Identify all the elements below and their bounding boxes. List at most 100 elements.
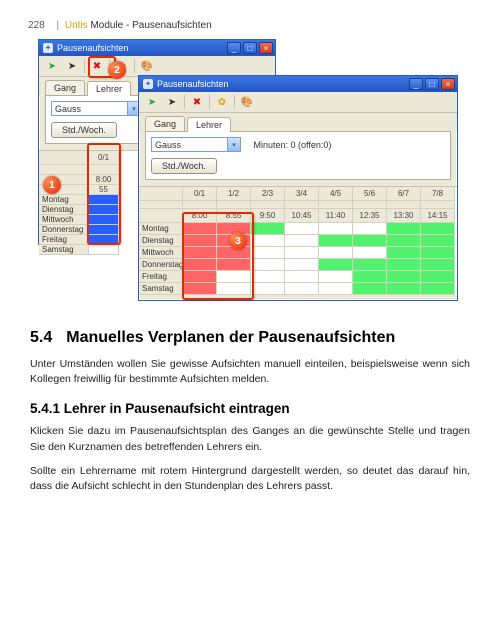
cell[interactable] [251, 247, 285, 259]
combo-value-a: Gauss [55, 104, 81, 114]
cell[interactable] [183, 259, 217, 271]
cell[interactable] [353, 223, 387, 235]
cell[interactable] [353, 259, 387, 271]
teacher-combo-a[interactable]: Gauss ▾ [51, 101, 141, 116]
screenshot-composite: ✦ Pausenaufsichten _ □ × ➤ ➤ ✖ ✿ 🎨 Gang … [30, 39, 470, 305]
cell[interactable] [421, 223, 455, 235]
maximize-button[interactable]: □ [243, 42, 257, 54]
green-run-icon[interactable]: ➤ [44, 58, 60, 74]
page-header: 228 | Untis Module - Pausenaufsichten [0, 0, 500, 37]
palette-icon[interactable]: 🎨 [239, 94, 255, 110]
cell[interactable] [421, 259, 455, 271]
section-name: Module - Pausenaufsichten [90, 20, 211, 31]
tab-lehrer-a[interactable]: Lehrer [87, 81, 131, 96]
cell[interactable] [217, 235, 251, 247]
cell-a-tue[interactable] [89, 205, 119, 215]
cell[interactable] [353, 247, 387, 259]
window-b: ✦ Pausenaufsichten _ □ × ➤ ➤ ✖ ✿ 🎨 Gang … [138, 75, 458, 301]
cell[interactable] [251, 259, 285, 271]
cell[interactable] [319, 235, 353, 247]
paragraph-2: Klicken Sie dazu im Pausenaufsichtsplan … [30, 424, 470, 454]
teacher-combo-b[interactable]: Gauss ▾ [151, 137, 241, 152]
cell[interactable] [353, 283, 387, 295]
minimize-button[interactable]: _ [227, 42, 241, 54]
star-icon[interactable]: ✿ [214, 94, 230, 110]
std-button-a[interactable]: Std./Woch. [51, 122, 117, 138]
cell[interactable] [251, 283, 285, 295]
cell[interactable] [183, 235, 217, 247]
cell-a-thu[interactable] [89, 225, 119, 235]
cell[interactable] [285, 283, 319, 295]
cell[interactable] [353, 235, 387, 247]
cell[interactable] [251, 271, 285, 283]
panel-b: Gauss ▾ Minuten: 0 (offen:0) Std./Woch. [145, 131, 451, 180]
cell[interactable] [387, 271, 421, 283]
maximize-button[interactable]: □ [425, 78, 439, 90]
cell[interactable] [217, 223, 251, 235]
cell[interactable] [387, 223, 421, 235]
titlebar-a: ✦ Pausenaufsichten _ □ × [39, 40, 275, 56]
std-button-b[interactable]: Std./Woch. [151, 158, 217, 174]
cell[interactable] [387, 247, 421, 259]
h1-number: 5.4 [30, 329, 52, 347]
heading-2: 5.4.1 Lehrer in Pausenaufsicht eintragen [30, 401, 470, 416]
cell[interactable] [183, 247, 217, 259]
tab-gang-b[interactable]: Gang [145, 116, 185, 131]
chevron-down-icon[interactable]: ▾ [227, 138, 240, 151]
x-red-icon[interactable]: ✖ [189, 94, 205, 110]
minutes-label: Minuten: 0 (offen:0) [254, 140, 332, 150]
cell[interactable] [217, 271, 251, 283]
cell[interactable] [319, 247, 353, 259]
close-button[interactable]: × [259, 42, 273, 54]
cell[interactable] [251, 223, 285, 235]
cell[interactable] [319, 283, 353, 295]
palette-icon[interactable]: 🎨 [139, 58, 155, 74]
cell[interactable] [421, 283, 455, 295]
x-red-icon[interactable]: ✖ [89, 58, 105, 74]
black-run-icon[interactable]: ➤ [164, 94, 180, 110]
article: 5.4 Manuelles Verplanen der Pausenaufsic… [0, 305, 500, 494]
cell-a-fri[interactable] [89, 235, 119, 245]
titlebar-b: ✦ Pausenaufsichten _ □ × [139, 76, 457, 92]
app-icon: ✦ [43, 43, 53, 53]
minimize-button[interactable]: _ [409, 78, 423, 90]
cell[interactable] [217, 259, 251, 271]
cell[interactable] [217, 283, 251, 295]
cell[interactable] [183, 223, 217, 235]
cell-a-mon[interactable] [89, 195, 119, 205]
star-icon[interactable]: ✿ [114, 58, 130, 74]
cell-a-sat[interactable] [89, 245, 119, 255]
cell[interactable] [421, 247, 455, 259]
toolbar-a: ➤ ➤ ✖ ✿ 🎨 [39, 56, 275, 77]
cell[interactable] [285, 271, 319, 283]
cell[interactable] [251, 235, 285, 247]
cell[interactable] [421, 271, 455, 283]
paragraph-3: Sollte ein Lehrername mit rotem Hintergr… [30, 464, 470, 494]
cell-a-wed[interactable] [89, 215, 119, 225]
cell[interactable] [353, 271, 387, 283]
cell[interactable] [183, 271, 217, 283]
cell[interactable] [319, 271, 353, 283]
green-run-icon[interactable]: ➤ [144, 94, 160, 110]
cell[interactable] [285, 235, 319, 247]
black-run-icon[interactable]: ➤ [64, 58, 80, 74]
cell[interactable] [421, 235, 455, 247]
window-b-title: Pausenaufsichten [157, 79, 409, 89]
cell[interactable] [319, 223, 353, 235]
window-a-title: Pausenaufsichten [57, 43, 227, 53]
cell[interactable] [387, 235, 421, 247]
cell[interactable] [217, 247, 251, 259]
cell[interactable] [387, 283, 421, 295]
cell[interactable] [183, 283, 217, 295]
cell[interactable] [387, 259, 421, 271]
cell[interactable] [319, 259, 353, 271]
tab-lehrer-b[interactable]: Lehrer [187, 117, 231, 132]
col-head-a: 0/1 [89, 151, 119, 165]
close-button[interactable]: × [441, 78, 455, 90]
cell[interactable] [285, 247, 319, 259]
brand-name: Untis [65, 20, 88, 31]
grid-b: 0/1 1/2 2/3 3/4 4/5 5/6 6/7 7/8 8:00 8:5… [139, 186, 457, 295]
cell[interactable] [285, 223, 319, 235]
cell[interactable] [285, 259, 319, 271]
tab-gang-a[interactable]: Gang [45, 80, 85, 95]
